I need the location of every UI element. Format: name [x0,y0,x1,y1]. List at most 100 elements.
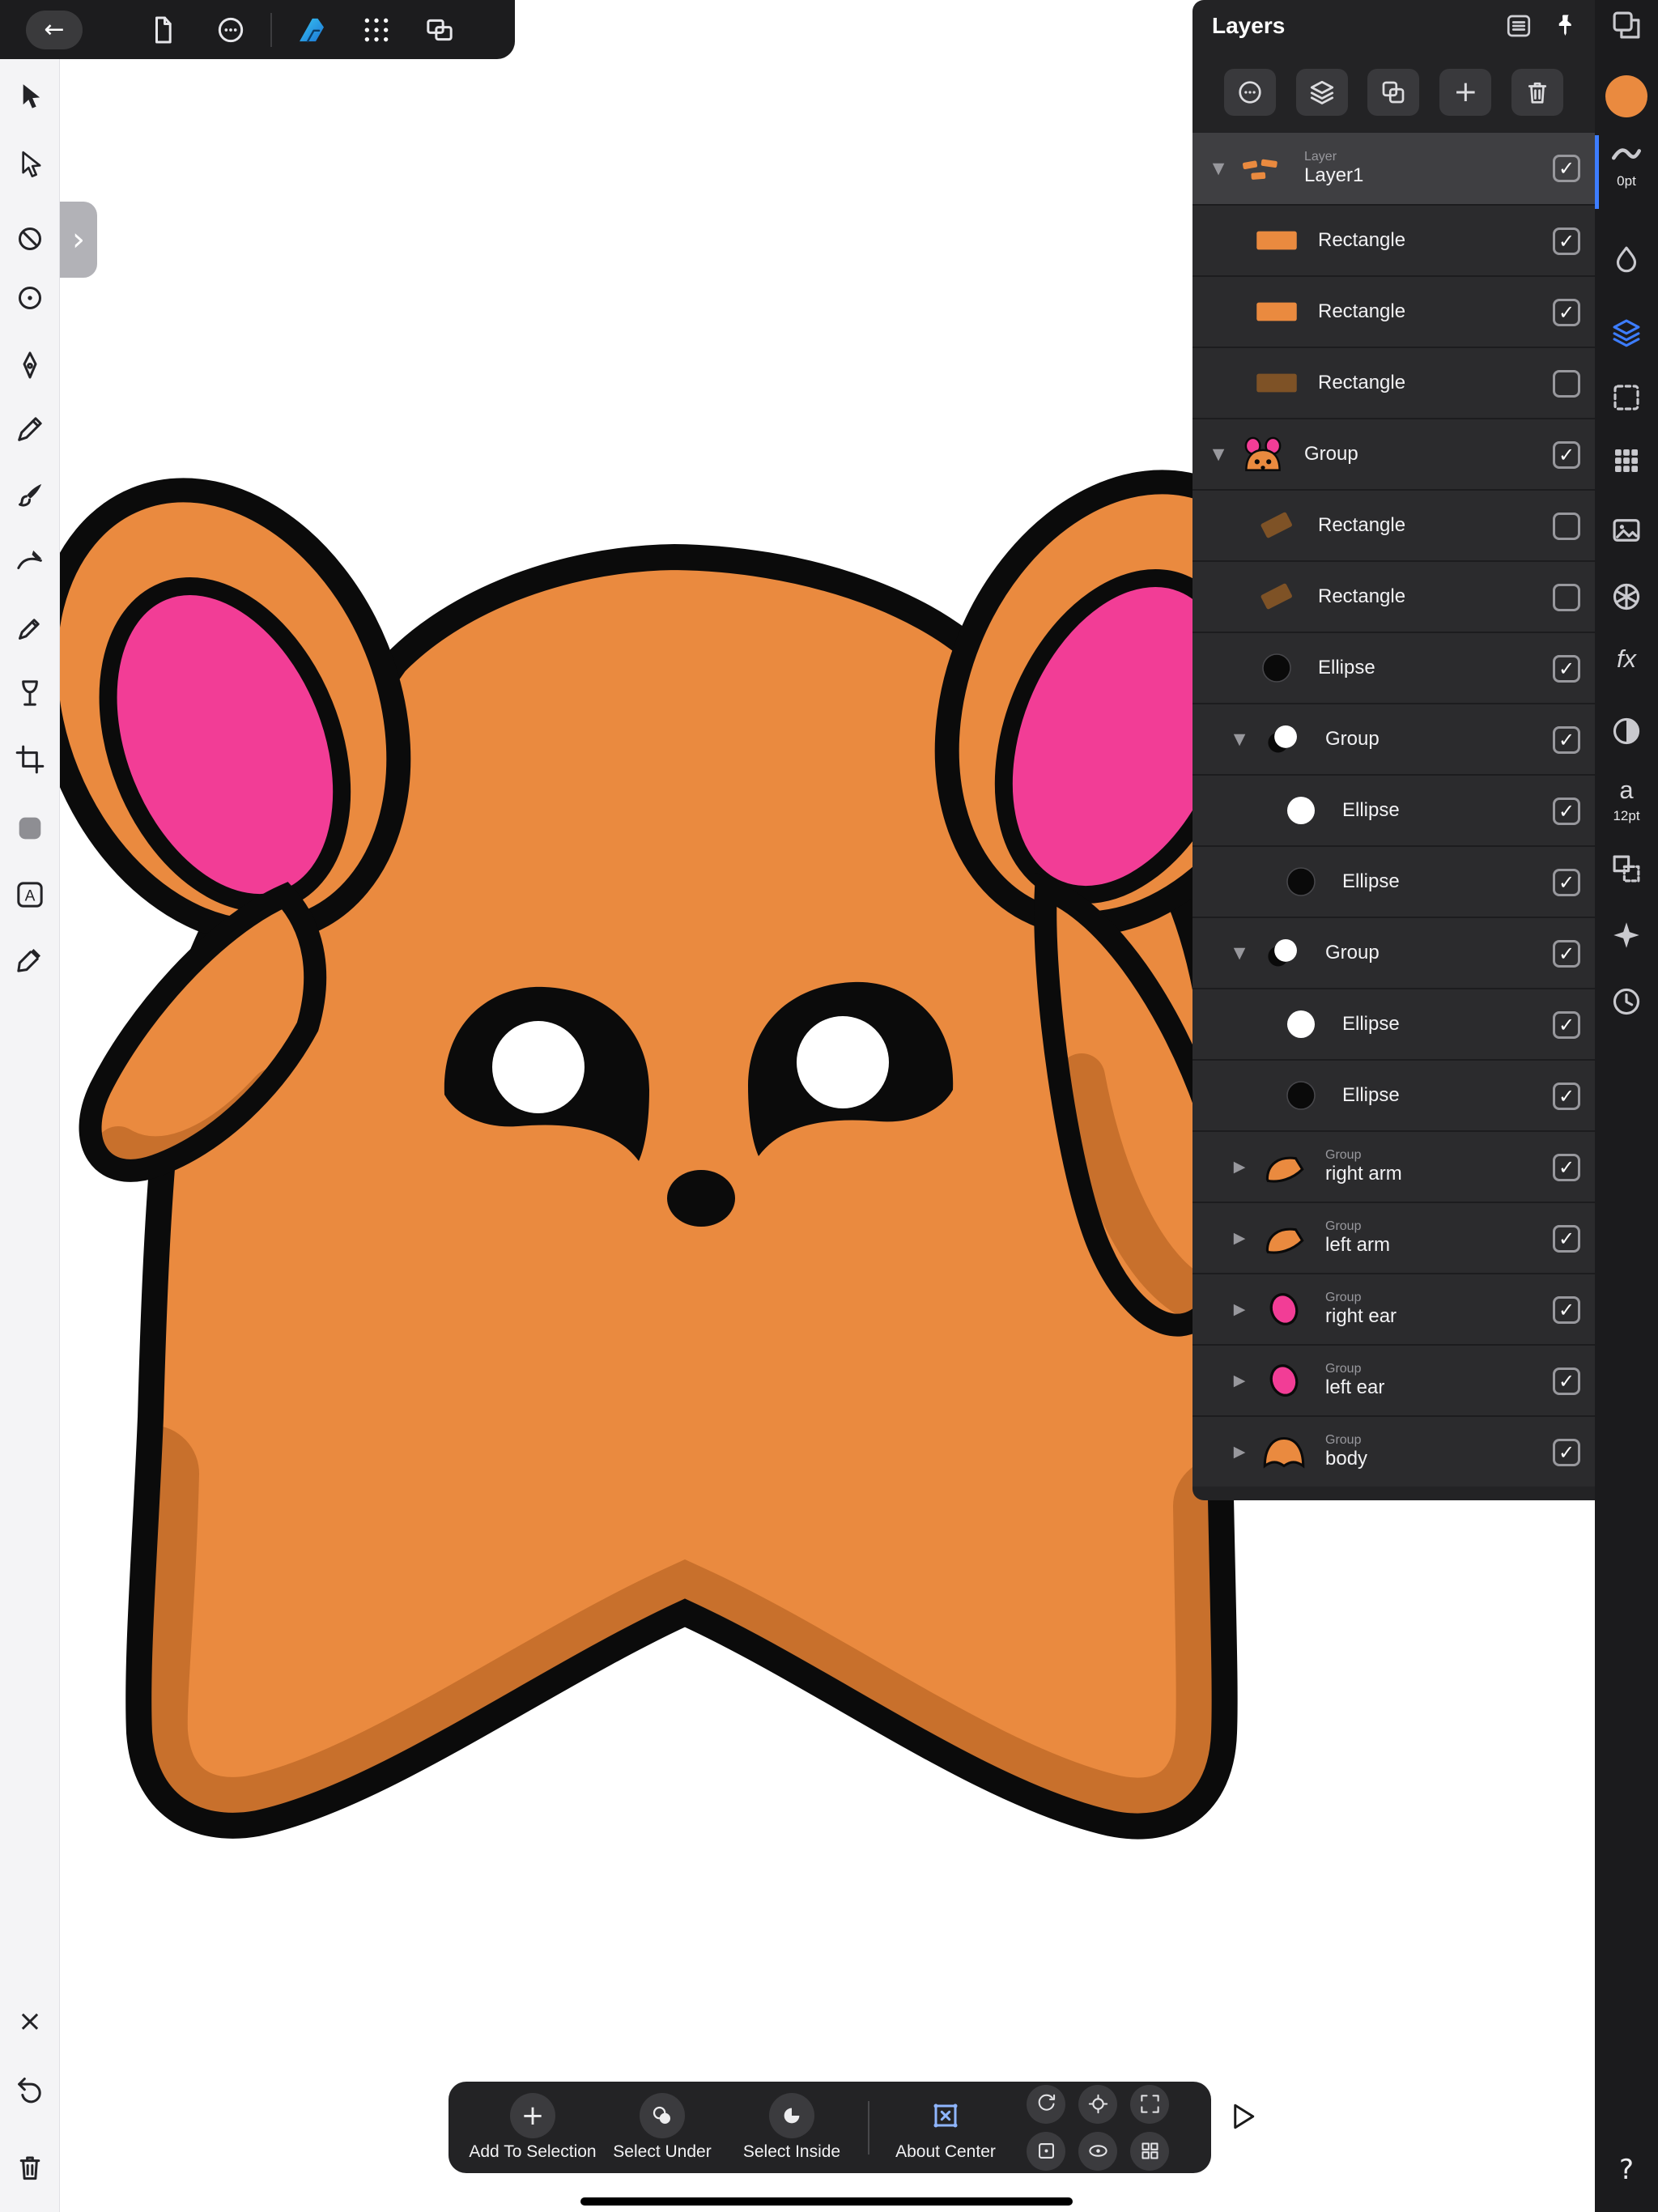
disclosure-closed-icon[interactable]: ▶ [1222,1300,1257,1318]
layer-row-ellipse[interactable]: Ellipse✓ [1192,632,1595,703]
image-studio-icon[interactable] [1595,513,1658,547]
layer-row-ellipse[interactable]: Ellipse✓ [1192,1059,1595,1130]
layer-row-group[interactable]: ▼Group✓ [1192,418,1595,489]
target-button[interactable] [1078,2085,1117,2124]
move-tool[interactable] [7,74,53,120]
layers-studio-icon[interactable] [1595,316,1658,350]
transform-studio-icon[interactable] [1595,852,1658,886]
disclosure-closed-icon[interactable]: ▶ [1222,1443,1257,1461]
snapping-icon[interactable] [1595,918,1658,952]
transparency-tool[interactable] [7,670,53,716]
visibility-checkbox[interactable]: ✓ [1553,228,1580,255]
rotate-button[interactable] [1027,2085,1065,2124]
color-picker-tool[interactable] [7,937,53,982]
grid-options-button[interactable] [358,11,395,49]
panels-icon[interactable] [1595,8,1658,42]
adjustments-icon[interactable] [1595,714,1658,748]
disclosure-closed-icon[interactable]: ▶ [1222,1158,1257,1176]
text-tool[interactable]: A [7,872,53,917]
visibility-checkbox[interactable]: ✓ [1553,1083,1580,1110]
delete-icon[interactable] [7,2145,53,2190]
cancel-icon[interactable]: × [7,1998,53,2044]
visibility-checkbox[interactable]: ✓ [1553,1011,1580,1039]
selection-icon[interactable] [1595,381,1658,415]
add-layer-button[interactable]: + [1439,69,1491,116]
disclosure-closed-icon[interactable]: ▶ [1222,1372,1257,1389]
layer-row-rectangle[interactable]: Rectangle [1192,347,1595,418]
tools-flyout-handle[interactable]: › [60,202,97,278]
layer-row-right-ear[interactable]: ▶Groupright ear✓ [1192,1273,1595,1344]
document-menu-button[interactable] [144,11,181,49]
visibility-checkbox[interactable]: ✓ [1553,940,1580,968]
layer-row-body[interactable]: ▶Groupbody✓ [1192,1415,1595,1487]
delete-layer-button[interactable] [1511,69,1563,116]
layer-row-group[interactable]: ▼Group✓ [1192,703,1595,774]
panel-options-button[interactable] [1501,8,1537,44]
disclosure-open-icon[interactable]: ▼ [1222,944,1257,962]
marker-tool[interactable] [7,606,53,651]
pin-panel-button[interactable] [1548,8,1584,44]
visibility-checkbox[interactable]: ✓ [1553,726,1580,754]
disclosure-closed-icon[interactable]: ▶ [1222,1229,1257,1247]
more-options-button[interactable] [212,11,249,49]
layer-row-rectangle[interactable]: Rectangle✓ [1192,204,1595,275]
disclosure-open-icon[interactable]: ▼ [1201,160,1236,177]
disclosure-open-icon[interactable]: ▼ [1222,730,1257,748]
layer-row-left-ear[interactable]: ▶Groupleft ear✓ [1192,1344,1595,1415]
visibility-checkbox[interactable]: ✓ [1553,441,1580,469]
select-under-button[interactable]: Select Under [597,2093,727,2162]
layer-row-layer1[interactable]: ▼LayerLayer1✓ [1192,133,1595,204]
box-dot-button[interactable] [1027,2132,1065,2171]
layer-row-right-arm[interactable]: ▶Groupright arm✓ [1192,1130,1595,1202]
disclosure-open-icon[interactable]: ▼ [1201,445,1236,463]
visibility-checkbox[interactable]: ✓ [1553,1368,1580,1395]
crop-tool[interactable] [7,737,53,782]
visibility-checkbox[interactable]: ✓ [1553,1296,1580,1324]
help-button[interactable]: ? [1595,2154,1658,2186]
visibility-checkbox[interactable]: ✓ [1553,299,1580,326]
swatches-icon[interactable] [1595,444,1658,478]
layer-row-rectangle[interactable]: Rectangle✓ [1192,275,1595,347]
visibility-checkbox[interactable] [1553,513,1580,540]
mouse-nose[interactable] [667,1170,735,1227]
opacity-icon[interactable] [1595,243,1658,277]
corners-button[interactable] [1130,2085,1169,2124]
layer-row-group[interactable]: ▼Group✓ [1192,917,1595,988]
layer-row-ellipse[interactable]: Ellipse✓ [1192,988,1595,1059]
color-wheel-icon[interactable] [1595,580,1658,614]
visibility-checkbox[interactable]: ✓ [1553,869,1580,896]
add-to-selection-button[interactable]: +Add To Selection [468,2093,597,2162]
grid-squares-button[interactable] [1130,2132,1169,2171]
pen-tool[interactable] [7,342,53,388]
color-swatch[interactable] [1595,75,1658,117]
layer-row-ellipse[interactable]: Ellipse✓ [1192,774,1595,845]
fx-icon[interactable]: fx [1595,644,1658,674]
visibility-checkbox[interactable]: ✓ [1553,798,1580,825]
rotate-tool[interactable] [7,216,53,262]
visibility-checkbox[interactable]: ✓ [1553,155,1580,182]
fill-tool[interactable] [7,806,53,851]
node-tool[interactable] [7,143,53,188]
layer-row-rectangle[interactable]: Rectangle [1192,489,1595,560]
layer-row-left-arm[interactable]: ▶Groupleft arm✓ [1192,1202,1595,1273]
duplicate-layer-button[interactable] [1367,69,1419,116]
layer-options-button[interactable] [1224,69,1276,116]
visibility-checkbox[interactable] [1553,370,1580,398]
visibility-checkbox[interactable]: ✓ [1553,1154,1580,1181]
select-inside-button[interactable]: Select Inside [727,2093,857,2162]
pencil-tool[interactable] [7,406,53,452]
home-indicator[interactable] [580,2197,1073,2206]
about-center-button[interactable]: About Center [881,2093,1010,2162]
point-transform-tool[interactable] [7,275,53,321]
eye-dot-button[interactable] [1078,2132,1117,2171]
artboards-button[interactable] [421,11,458,49]
vector-brush-tool[interactable] [7,539,53,585]
paint-brush-tool[interactable] [7,473,53,518]
stroke-width-icon[interactable]: 0pt [1595,136,1658,189]
visibility-checkbox[interactable]: ✓ [1553,655,1580,683]
layers-stack-button[interactable] [1296,69,1348,116]
visibility-checkbox[interactable] [1553,584,1580,611]
visibility-checkbox[interactable]: ✓ [1553,1225,1580,1253]
layer-row-rectangle[interactable]: Rectangle [1192,560,1595,632]
history-icon[interactable] [1595,985,1658,1019]
